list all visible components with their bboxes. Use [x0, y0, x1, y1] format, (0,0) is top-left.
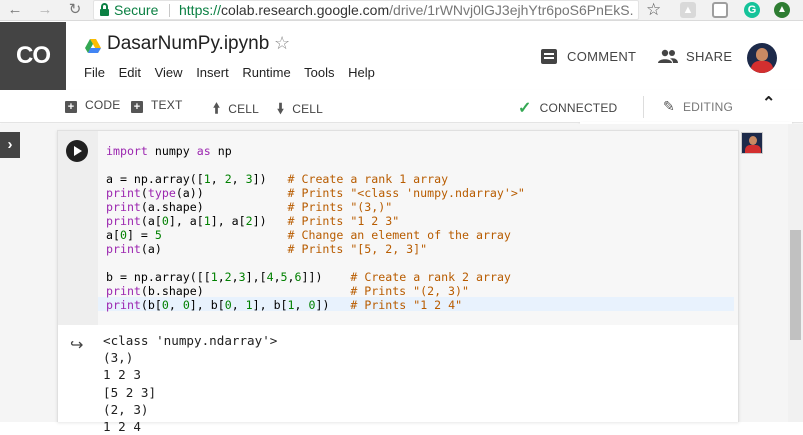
menu-file[interactable]: File: [84, 65, 105, 80]
output-line: <class 'numpy.ndarray'>: [103, 333, 278, 348]
menu-view[interactable]: View: [155, 65, 183, 80]
plus-icon: +: [65, 101, 77, 113]
plus-icon: +: [131, 101, 143, 113]
grammarly-extension-icon[interactable]: G: [744, 2, 760, 18]
cell-output: <class 'numpy.ndarray'> (3,) 1 2 3 [5 2 …: [103, 332, 277, 435]
comment-icon[interactable]: [541, 49, 557, 64]
move-cell-down-button[interactable]: 🠛 CELL: [277, 98, 323, 122]
menu-runtime[interactable]: Runtime: [242, 65, 290, 80]
upload-extension-icon[interactable]: ▲: [774, 2, 790, 18]
move-cell-up-button[interactable]: 🠙 CELL: [213, 98, 259, 122]
bookmark-star-icon[interactable]: ☆: [646, 0, 661, 20]
add-code-button[interactable]: + CODE: [65, 98, 120, 113]
add-text-label: TEXT: [151, 98, 183, 112]
back-arrow-icon[interactable]: ←: [6, 1, 24, 19]
add-code-label: CODE: [85, 98, 121, 112]
menu-insert[interactable]: Insert: [196, 65, 229, 80]
browser-toolbar: ← → ↻ Secure https://colab.research.goog…: [0, 0, 803, 21]
toolbar-divider: [643, 96, 644, 118]
output-icon[interactable]: ↪: [70, 335, 83, 355]
move-down-label: CELL: [292, 102, 324, 116]
add-text-button[interactable]: + TEXT: [131, 98, 182, 113]
editing-label: EDITING: [682, 100, 734, 114]
colab-logo-text: CO: [16, 42, 51, 69]
lock-icon: [100, 3, 109, 16]
avatar[interactable]: [747, 43, 777, 73]
check-icon: ✓: [518, 100, 532, 117]
output-line: 1 2 4: [103, 419, 141, 435]
colab-logo[interactable]: CO: [0, 22, 66, 90]
arrow-down-icon: 🠛: [277, 100, 285, 116]
output-line: (2, 3): [103, 401, 149, 417]
chevron-up-icon[interactable]: ⌃: [762, 93, 775, 113]
menu-bar: File Edit View Insert Runtime Tools Help: [84, 65, 385, 83]
collaborator-avatar[interactable]: [741, 132, 763, 154]
run-cell-button[interactable]: [66, 140, 88, 162]
omnibox-separator: [169, 4, 170, 17]
editing-mode[interactable]: ✎ EDITING: [663, 98, 733, 115]
notebook-toolbar: + CODE + TEXT 🠙 CELL 🠛 CELL ✓ CONNECTED ✎ EDIT…: [0, 90, 803, 123]
pencil-icon: ✎: [663, 98, 675, 114]
connection-label: CONNECTED: [539, 101, 618, 115]
code-text[interactable]: import numpy as np a = np.array([1, 2, 3…: [106, 144, 525, 312]
colab-header: CO DasarNumPy.ipynb ☆ File Edit View Ins…: [0, 22, 803, 90]
arrow-up-icon: 🠙: [213, 100, 221, 116]
comment-button[interactable]: COMMENT: [567, 49, 636, 64]
notebook-title[interactable]: DasarNumPy.ipynb: [107, 33, 269, 55]
share-button[interactable]: SHARE: [686, 49, 732, 64]
menu-help[interactable]: Help: [348, 65, 375, 80]
scrollbar-thumb[interactable]: [790, 230, 801, 340]
output-line: (3,): [103, 350, 134, 366]
reload-icon[interactable]: ↻: [66, 1, 84, 19]
security-label: Secure: [114, 2, 159, 18]
output-line: [5 2 3]: [103, 384, 157, 400]
star-icon[interactable]: ☆: [274, 33, 290, 54]
sidebar-toggle-icon[interactable]: ›: [0, 132, 20, 158]
people-icon[interactable]: [658, 49, 678, 63]
menu-tools[interactable]: Tools: [304, 65, 334, 80]
address-bar[interactable]: Secure https://colab.research.google.com…: [93, 0, 639, 20]
output-line: 1 2 3: [103, 367, 141, 383]
url-text[interactable]: https://colab.research.google.com/drive/…: [179, 1, 634, 19]
pdf-extension-icon[interactable]: ▲: [680, 2, 696, 18]
move-up-label: CELL: [228, 102, 260, 116]
google-drive-icon: [85, 39, 101, 53]
copy-extension-icon[interactable]: [712, 2, 728, 18]
menu-edit[interactable]: Edit: [119, 65, 141, 80]
forward-arrow-icon[interactable]: →: [36, 1, 54, 19]
connection-status[interactable]: ✓ CONNECTED: [518, 98, 617, 118]
